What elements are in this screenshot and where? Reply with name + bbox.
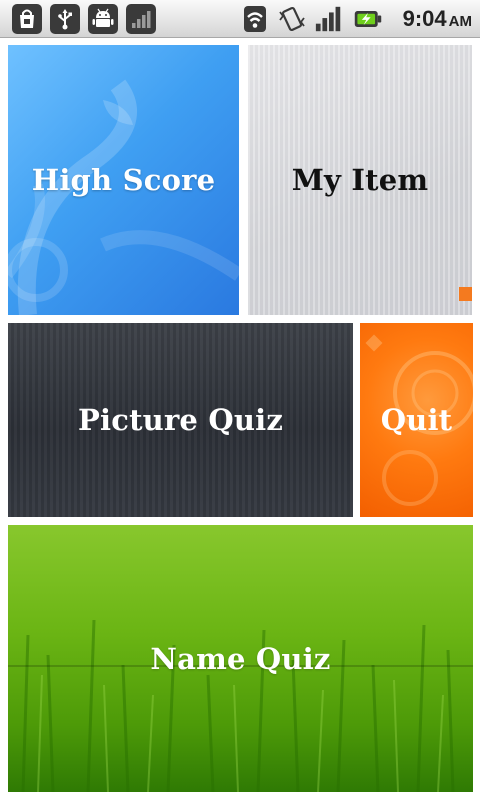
wifi-icon [240,4,270,34]
orange-corner-badge [459,287,472,301]
picture-quiz-label: Picture Quiz [77,403,284,437]
clock-time: 9:04 [402,6,447,31]
high-score-tile[interactable]: High Score [8,45,239,315]
cell-signal-icon [314,4,344,34]
quit-tile[interactable]: Quit [360,323,473,517]
my-item-label: My Item [291,163,429,197]
picture-quiz-tile[interactable]: Picture Quiz [8,323,353,517]
high-score-label: High Score [31,163,216,197]
my-item-tile[interactable]: My Item [248,45,472,315]
android-icon [88,4,118,34]
vibrate-icon [277,4,307,34]
usb-icon [50,4,80,34]
status-bar: 9:04 AM [0,0,480,38]
signal-bars-icon [126,4,156,34]
clock-ampm: AM [448,13,472,30]
quit-label: Quit [380,403,453,437]
name-quiz-tile[interactable]: Name Quiz [8,525,473,792]
shopping-bag-icon [12,4,42,34]
name-quiz-label: Name Quiz [150,641,331,676]
clock: 9:04 AM [403,5,472,36]
battery-charging-icon [353,4,383,34]
